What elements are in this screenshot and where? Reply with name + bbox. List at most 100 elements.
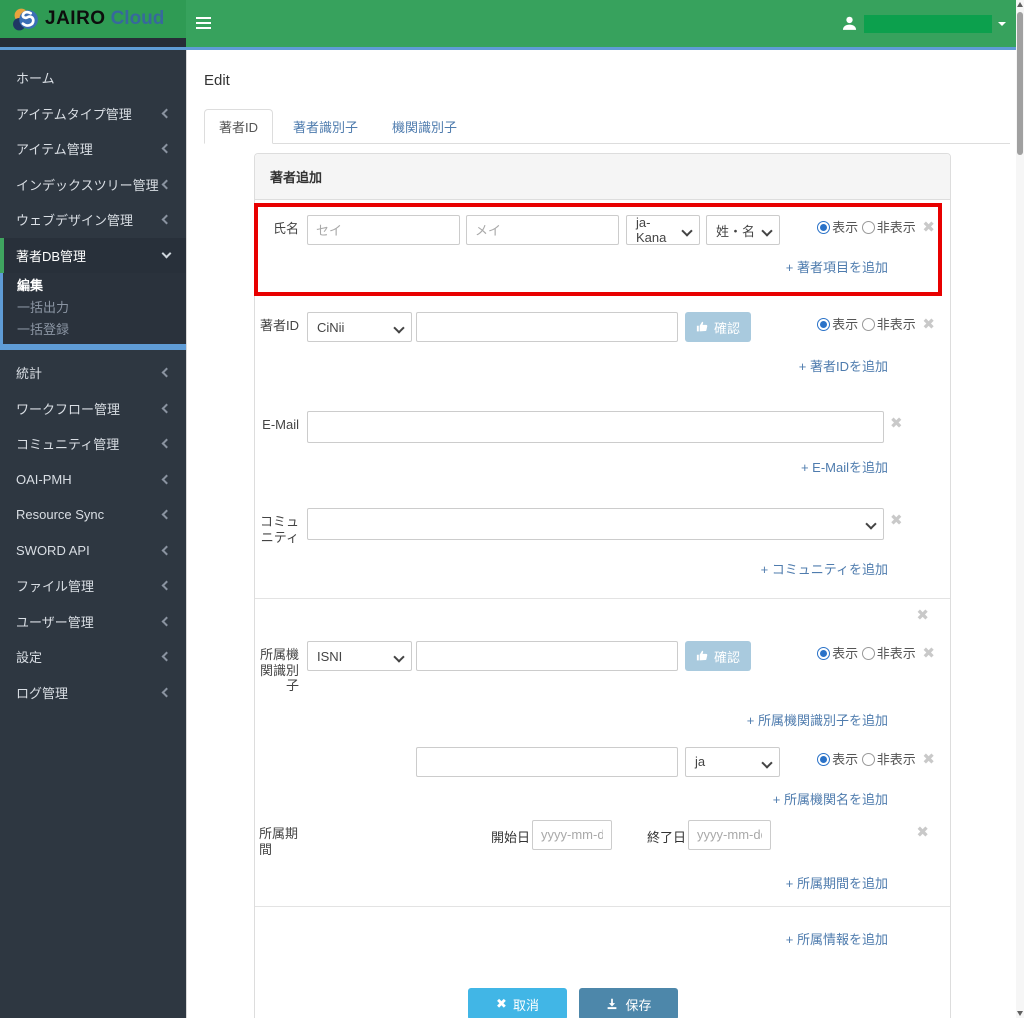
start-date-input[interactable] [532,819,613,850]
sidebar-item-label: ウェブデザイン管理 [16,213,134,229]
scroll-up-arrow[interactable] [1017,2,1023,7]
author-id-confirm-button[interactable]: 確認 [685,312,752,342]
sidebar-item-authordb[interactable]: 著者DB管理 [0,237,186,273]
author-id-input[interactable] [416,312,678,342]
affiliation-name-input[interactable] [416,746,678,777]
sidebar-item-swordapi[interactable]: SWORD API [0,533,186,569]
user-menu[interactable] [841,0,1006,47]
add-email-row: + E-Mailを追加 [270,457,935,476]
radio-icon [861,221,875,234]
delete-affiliation-name-row-icon[interactable]: ✖ [922,747,935,767]
radio-icon [861,318,875,331]
panel-body: 氏名 ja-Kana 姓・名 表示 非表示 ✖ + 著者項目を追加 著者ID C… [255,200,950,1018]
affiliation-id-input[interactable] [416,641,678,672]
add-affiliation-id-link[interactable]: + 所属機関識別子を追加 [747,713,888,728]
name-language-select[interactable]: ja-Kana [626,215,700,245]
sidebar-item-items[interactable]: アイテム管理 [0,131,186,167]
author-id-label: 著者ID [259,318,299,333]
affiliation-id-confirm-button[interactable]: 確認 [685,641,752,672]
radio-selected-icon [817,647,831,661]
add-affiliation-id-row: + 所属機関識別子を追加 [270,710,935,729]
delete-community-row-icon[interactable]: ✖ [890,508,903,528]
radio-hide[interactable]: 非表示 [861,752,916,767]
sidebar-item-label: ワークフロー管理 [16,401,121,417]
delete-affiliation-period-row-icon[interactable]: ✖ [916,820,929,840]
community-row: コミュニティ ✖ [260,508,935,545]
delete-affiliation-section-icon[interactable]: ✖ [916,603,929,623]
sidebar-item-files[interactable]: ファイル管理 [0,568,186,604]
sidebar-item-workflow[interactable]: ワークフロー管理 [0,391,186,427]
add-name-item-link[interactable]: + 著者項目を追加 [786,260,888,275]
sidebar-item-community[interactable]: コミュニティ管理 [0,426,186,462]
sidebar-item-home[interactable]: ホーム [0,60,186,96]
sidebar-item-indextree[interactable]: インデックスツリー管理 [0,167,186,203]
delete-email-row-icon[interactable]: ✖ [890,411,903,431]
add-email-link[interactable]: + E-Mailを追加 [801,460,888,475]
cancel-button[interactable]: ✖ 取消 [468,988,567,1018]
radio-label: 非表示 [876,317,916,332]
username-redacted [864,14,992,33]
scroll-down-arrow[interactable] [1017,1011,1023,1016]
add-affiliation-period-link[interactable]: + 所属期間を追加 [786,876,888,891]
scrollbar-thumb[interactable] [1017,12,1023,155]
select-value: 姓・名 [716,223,756,239]
add-community-link[interactable]: + コミュニティを追加 [761,562,888,577]
affiliation-name-language-select[interactable]: ja [685,746,780,777]
community-select[interactable] [307,508,884,540]
name-row: 氏名 ja-Kana 姓・名 表示 非表示 ✖ [270,215,935,245]
user-icon [842,16,857,30]
given-name-kana-input[interactable] [466,215,619,245]
jairo-cloud-logo[interactable]: JAIRO Cloud [0,0,186,38]
delete-affiliation-id-row-icon[interactable]: ✖ [922,641,935,661]
radio-icon [861,647,875,661]
tab-institution-identifier[interactable]: 機関識別子 [378,110,471,143]
radio-show[interactable]: 表示 [817,646,858,661]
sidebar-item-itemtype[interactable]: アイテムタイプ管理 [0,96,186,132]
delete-name-row-icon[interactable]: ✖ [922,215,935,235]
radio-hide[interactable]: 非表示 [861,220,916,235]
sidebar-item-logs[interactable]: ログ管理 [0,675,186,711]
end-date-label: 終了日 [647,829,687,845]
save-label: 保存 [625,997,652,1013]
hamburger-menu-icon[interactable] [196,15,211,31]
sidebar-item-webdesign[interactable]: ウェブデザイン管理 [0,202,186,238]
submenu-item-import[interactable]: 一括登録 [3,318,186,340]
end-date-input[interactable] [688,819,772,850]
author-id-scheme-select[interactable]: CiNii [307,312,412,342]
radio-show[interactable]: 表示 [817,220,858,235]
sidebar-item-users[interactable]: ユーザー管理 [0,604,186,640]
affiliation-id-scheme-select[interactable]: ISNI [307,641,412,672]
sidebar-item-resourcesync[interactable]: Resource Sync [0,497,186,533]
affiliation-id-visibility-radios: 表示 非表示 [816,641,916,664]
radio-show[interactable]: 表示 [817,752,858,767]
tab-author-identifier[interactable]: 著者識別子 [279,110,372,143]
select-value: ISNI [317,648,343,664]
save-button[interactable]: 保存 [579,988,678,1018]
radio-selected-icon [817,752,831,766]
jairo-logo-icon [13,8,38,30]
radio-hide[interactable]: 非表示 [861,646,916,661]
sidebar-item-statistics[interactable]: 統計 [0,355,186,391]
page-title: Edit [204,72,230,89]
tab-author-id[interactable]: 著者ID [204,109,274,144]
select-value: ja-Kana [636,215,667,245]
submenu-item-edit[interactable]: 編集 [3,273,186,295]
name-order-select[interactable]: 姓・名 [706,215,780,245]
add-affiliation-name-link[interactable]: + 所属機関名を追加 [773,792,888,807]
email-input[interactable] [307,411,884,443]
submenu-item-export[interactable]: 一括出力 [3,295,186,317]
add-affiliation-info-link[interactable]: + 所属情報を追加 [786,932,888,947]
sidebar-item-settings[interactable]: 設定 [0,639,186,675]
delete-author-id-row-icon[interactable]: ✖ [922,312,935,332]
add-name-item-row: + 著者項目を追加 [270,257,935,276]
vertical-scrollbar[interactable] [1016,0,1024,1018]
add-author-id-link[interactable]: + 著者IDを追加 [799,359,888,374]
radio-selected-icon [817,318,831,331]
sidebar-item-oaipmh[interactable]: OAI-PMH [0,462,186,498]
radio-show[interactable]: 表示 [817,317,858,332]
radio-hide[interactable]: 非表示 [861,317,916,332]
family-name-kana-input[interactable] [307,215,460,245]
add-affiliation-name-row: + 所属機関名を追加 [270,789,935,808]
radio-label: 表示 [832,646,859,662]
sidebar-item-label: 著者DB管理 [16,248,87,264]
